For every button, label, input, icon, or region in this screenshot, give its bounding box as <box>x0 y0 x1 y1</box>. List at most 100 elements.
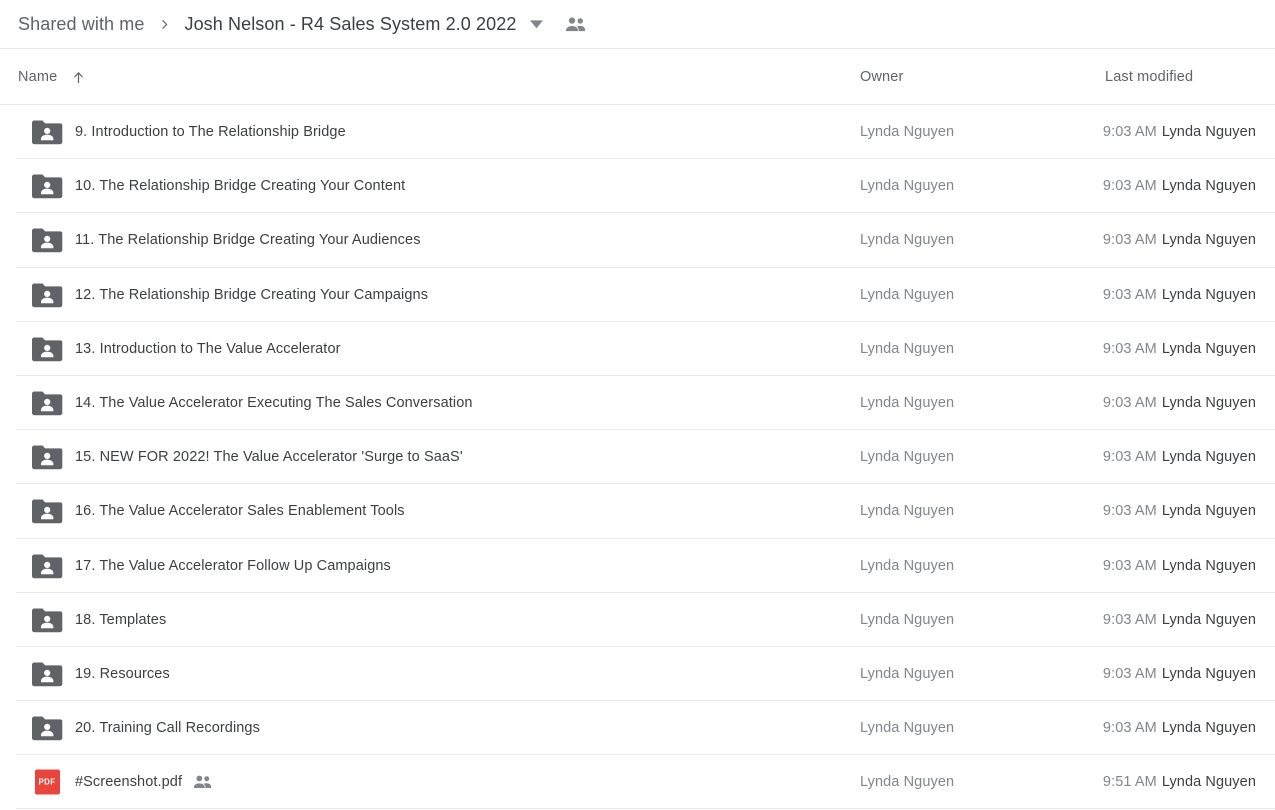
file-name-cell[interactable]: 15. NEW FOR 2022! The Value Accelerator … <box>75 449 463 465</box>
table-row[interactable]: 15. NEW FOR 2022! The Value Accelerator … <box>0 430 1275 485</box>
shared-folder-icon <box>31 498 63 525</box>
file-name-label: 18. Templates <box>75 611 167 628</box>
table-row[interactable]: 14. The Value Accelerator Executing The … <box>0 376 1275 431</box>
file-modified-by: Lynda Nguyen <box>1161 557 1256 574</box>
column-header-row: Name Owner Last modified <box>0 49 1275 105</box>
people-icon[interactable] <box>565 16 586 32</box>
table-row[interactable]: 20. Training Call Recordings Lynda Nguyen… <box>0 701 1275 756</box>
chevron-right-icon <box>158 18 171 31</box>
table-row[interactable]: 13. Introduction to The Value Accelerato… <box>0 322 1275 377</box>
table-row[interactable]: 9. Introduction to The Relationship Brid… <box>0 105 1275 160</box>
file-modified-by: Lynda Nguyen <box>1161 286 1256 303</box>
file-owner-label: Lynda Nguyen <box>860 503 955 520</box>
file-name-label: 14. The Value Accelerator Executing The … <box>75 395 473 412</box>
file-modified-by: Lynda Nguyen <box>1161 124 1256 141</box>
file-last-modified-cell: 9:03 AM Lynda Nguyen <box>1103 178 1256 194</box>
pdf-file-icon: PDF <box>31 769 63 796</box>
file-last-modified-cell: 9:03 AM Lynda Nguyen <box>1103 124 1256 140</box>
file-modified-time: 9:03 AM <box>1102 395 1157 412</box>
shared-folder-icon <box>31 444 63 471</box>
table-row[interactable]: 11. The Relationship Bridge Creating You… <box>0 213 1275 268</box>
file-modified-time: 9:03 AM <box>1102 178 1157 195</box>
pdf-badge-label: PDF <box>34 769 60 795</box>
shared-folder-icon <box>31 660 63 687</box>
file-owner-label: Lynda Nguyen <box>860 449 955 466</box>
file-modified-time: 9:03 AM <box>1102 340 1157 357</box>
file-name-label: 17. The Value Accelerator Follow Up Camp… <box>75 557 391 574</box>
file-last-modified-cell: 9:03 AM Lynda Nguyen <box>1103 287 1256 303</box>
file-modified-time: 9:03 AM <box>1102 611 1157 628</box>
column-header-last-modified[interactable]: Last modified <box>1105 49 1193 105</box>
file-name-cell[interactable]: 16. The Value Accelerator Sales Enableme… <box>75 503 405 519</box>
file-owner-label: Lynda Nguyen <box>860 665 955 682</box>
file-name-cell[interactable]: 13. Introduction to The Value Accelerato… <box>75 341 341 357</box>
shared-folder-icon <box>31 335 63 362</box>
file-owner-label: Lynda Nguyen <box>860 557 955 574</box>
file-last-modified-cell: 9:51 AM Lynda Nguyen <box>1103 774 1256 790</box>
file-list: 9. Introduction to The Relationship Brid… <box>0 105 1275 810</box>
file-name-cell[interactable]: 12. The Relationship Bridge Creating You… <box>75 287 428 303</box>
file-last-modified-cell: 9:03 AM Lynda Nguyen <box>1103 558 1256 574</box>
column-header-owner[interactable]: Owner <box>860 49 903 105</box>
file-modified-by: Lynda Nguyen <box>1161 665 1256 682</box>
file-name-label: 15. NEW FOR 2022! The Value Accelerator … <box>75 449 463 466</box>
file-name-label: 10. The Relationship Bridge Creating You… <box>75 178 406 195</box>
file-modified-time: 9:03 AM <box>1102 232 1157 249</box>
file-last-modified-cell: 9:03 AM Lynda Nguyen <box>1103 720 1256 736</box>
file-name-cell[interactable]: 17. The Value Accelerator Follow Up Camp… <box>75 558 391 574</box>
file-modified-by: Lynda Nguyen <box>1161 503 1256 520</box>
file-last-modified-cell: 9:03 AM Lynda Nguyen <box>1103 666 1256 682</box>
shared-folder-icon <box>31 227 63 254</box>
file-modified-by: Lynda Nguyen <box>1161 611 1256 628</box>
file-owner-label: Lynda Nguyen <box>860 774 955 791</box>
file-last-modified-cell: 9:03 AM Lynda Nguyen <box>1103 341 1256 357</box>
file-owner-label: Lynda Nguyen <box>860 340 955 357</box>
table-row[interactable]: 19. Resources Lynda Nguyen 9:03 AM Lynda Ng… <box>0 647 1275 702</box>
shared-folder-icon <box>31 390 63 417</box>
file-owner-label: Lynda Nguyen <box>860 286 955 303</box>
people-icon <box>193 775 212 789</box>
file-modified-by: Lynda Nguyen <box>1161 720 1256 737</box>
file-last-modified-cell: 9:03 AM Lynda Nguyen <box>1103 395 1256 411</box>
file-name-cell[interactable]: 19. Resources <box>75 666 170 682</box>
shared-folder-icon <box>31 606 63 633</box>
file-modified-time: 9:03 AM <box>1102 503 1157 520</box>
file-name-cell[interactable]: 20. Training Call Recordings <box>75 720 260 736</box>
shared-folder-icon <box>31 715 63 742</box>
file-owner-label: Lynda Nguyen <box>860 232 955 249</box>
file-name-cell[interactable]: 14. The Value Accelerator Executing The … <box>75 395 473 411</box>
file-name-label: 20. Training Call Recordings <box>75 720 260 737</box>
file-last-modified-cell: 9:03 AM Lynda Nguyen <box>1103 503 1256 519</box>
table-row[interactable]: 10. The Relationship Bridge Creating You… <box>0 159 1275 214</box>
file-modified-time: 9:03 AM <box>1102 124 1157 141</box>
file-modified-by: Lynda Nguyen <box>1161 449 1256 466</box>
file-name-cell[interactable]: 9. Introduction to The Relationship Brid… <box>75 124 346 140</box>
shared-folder-icon <box>31 281 63 308</box>
file-name-label: #Screenshot.pdf <box>75 774 183 791</box>
breadcrumb-parent-link[interactable]: Shared with me <box>18 14 144 35</box>
file-modified-time: 9:03 AM <box>1102 665 1157 682</box>
column-header-name[interactable]: Name <box>18 49 86 105</box>
table-row[interactable]: 18. Templates Lynda Nguyen 9:03 AM Lynda Ng… <box>0 593 1275 648</box>
file-last-modified-cell: 9:03 AM Lynda Nguyen <box>1103 612 1256 628</box>
file-last-modified-cell: 9:03 AM Lynda Nguyen <box>1103 449 1256 465</box>
file-name-label: 9. Introduction to The Relationship Brid… <box>75 124 346 141</box>
file-name-cell[interactable]: #Screenshot.pdf <box>75 774 212 790</box>
file-last-modified-cell: 9:03 AM Lynda Nguyen <box>1103 232 1256 248</box>
file-name-label: 13. Introduction to The Value Accelerato… <box>75 340 341 357</box>
chevron-down-icon[interactable] <box>530 19 544 29</box>
file-modified-by: Lynda Nguyen <box>1161 178 1256 195</box>
table-row[interactable]: 16. The Value Accelerator Sales Enableme… <box>0 484 1275 539</box>
file-owner-label: Lynda Nguyen <box>860 611 955 628</box>
file-modified-by: Lynda Nguyen <box>1161 340 1256 357</box>
table-row[interactable]: 17. The Value Accelerator Follow Up Camp… <box>0 539 1275 593</box>
file-name-cell[interactable]: 18. Templates <box>75 612 166 628</box>
file-name-cell[interactable]: 10. The Relationship Bridge Creating You… <box>75 178 405 194</box>
file-modified-by: Lynda Nguyen <box>1161 395 1256 412</box>
breadcrumb-current-folder[interactable]: Josh Nelson - R4 Sales System 2.0 2022 <box>184 14 516 35</box>
file-modified-by: Lynda Nguyen <box>1161 774 1256 791</box>
table-row[interactable]: 12. The Relationship Bridge Creating You… <box>0 268 1275 322</box>
file-owner-label: Lynda Nguyen <box>860 178 955 195</box>
table-row[interactable]: PDF #Screenshot.pdf Lynda Nguyen 9:51 AM Lyn… <box>0 755 1275 810</box>
file-name-cell[interactable]: 11. The Relationship Bridge Creating You… <box>75 232 421 248</box>
